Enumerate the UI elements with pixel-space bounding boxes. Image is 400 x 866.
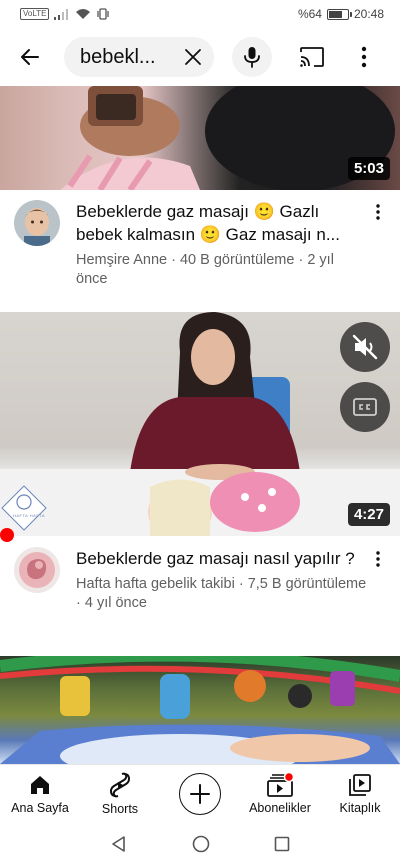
more-vertical-icon bbox=[361, 46, 367, 68]
volume-muted-icon bbox=[352, 334, 378, 360]
nav-shorts[interactable]: Shorts bbox=[80, 765, 160, 822]
status-bar: VoLTE %64 20:48 bbox=[0, 0, 400, 28]
nav-home-label: Ana Sayfa bbox=[11, 800, 69, 815]
search-input[interactable]: bebekl... bbox=[64, 37, 214, 77]
system-recents-icon[interactable] bbox=[274, 836, 290, 852]
status-right: %64 20:48 bbox=[298, 7, 384, 21]
nav-home[interactable]: Ana Sayfa bbox=[0, 765, 80, 822]
more-options-button[interactable] bbox=[344, 37, 384, 77]
view-count: 40 B görüntüleme bbox=[179, 252, 295, 268]
video-thumbnail-1[interactable]: 5:03 bbox=[0, 86, 400, 190]
channel-name: Hafta hafta gebelik takibi bbox=[76, 576, 235, 592]
system-back-icon[interactable] bbox=[110, 835, 128, 853]
arrow-left-icon bbox=[21, 49, 39, 65]
plus-icon bbox=[190, 783, 210, 804]
nav-subscriptions[interactable]: Abonelikler bbox=[240, 765, 320, 822]
video-info[interactable]: Bebeklerde gaz masajı nasıl yapılır ? Ha… bbox=[76, 547, 368, 613]
channel-watermark: HAFTA HAFTA bbox=[13, 513, 46, 518]
voice-search-button[interactable] bbox=[232, 37, 272, 77]
channel-avatar[interactable] bbox=[14, 547, 60, 593]
battery-percent: %64 bbox=[297, 7, 322, 21]
video-title: Bebeklerde gaz masajı 🙂 Gazlı bebek kalm… bbox=[76, 202, 340, 244]
create-circle bbox=[179, 772, 221, 815]
nav-shorts-label: Shorts bbox=[101, 801, 139, 816]
create-button[interactable] bbox=[160, 765, 240, 822]
video-title: Bebeklerde gaz masajı nasıl yapılır ? bbox=[76, 549, 355, 568]
system-home-icon[interactable] bbox=[192, 835, 210, 853]
battery-fill bbox=[328, 10, 342, 18]
more-vertical-icon bbox=[376, 551, 380, 567]
shorts-icon bbox=[109, 772, 131, 797]
signal-icon bbox=[54, 8, 69, 20]
network-badge: VoLTE bbox=[20, 8, 50, 20]
thumbnail-image bbox=[0, 656, 400, 764]
captions-button[interactable] bbox=[340, 382, 390, 432]
playback-progress-scrubber[interactable] bbox=[0, 528, 14, 542]
video-meta-2: Bebeklerde gaz masajı nasıl yapılır ? Ha… bbox=[0, 547, 400, 613]
thumbnail-image bbox=[60, 86, 395, 190]
video-action-menu-button[interactable] bbox=[368, 547, 388, 613]
search-top-bar: bebekl... bbox=[0, 28, 400, 86]
cast-button[interactable] bbox=[292, 37, 332, 77]
library-icon bbox=[349, 773, 371, 796]
wifi-icon bbox=[76, 9, 91, 19]
video-action-menu-button[interactable] bbox=[368, 200, 388, 289]
system-navigation-bar bbox=[0, 822, 400, 866]
more-vertical-icon bbox=[376, 204, 380, 220]
video-duration: 4:27 bbox=[347, 503, 390, 526]
microphone-icon bbox=[244, 47, 260, 68]
closed-captions-icon bbox=[353, 398, 377, 416]
video-thumbnail-3[interactable] bbox=[0, 656, 400, 764]
subscriptions-icon bbox=[267, 772, 294, 797]
home-icon bbox=[31, 775, 49, 794]
nav-subscriptions-label: Abonelikler bbox=[249, 800, 311, 815]
video-info[interactable]: Bebeklerde gaz masajı 🙂 Gazlı bebek kalm… bbox=[76, 200, 368, 289]
bottom-navigation: Ana Sayfa Shorts Abonelikler Kitaplık bbox=[0, 764, 400, 822]
back-button[interactable] bbox=[10, 37, 50, 77]
nav-library-label: Kitaplık bbox=[339, 800, 381, 815]
video-meta-1: Bebeklerde gaz masajı 🙂 Gazlı bebek kalm… bbox=[0, 200, 400, 289]
upload-age: 4 yıl önce bbox=[84, 595, 147, 611]
video-player-2[interactable]: HAFTA HAFTA 4:27 bbox=[0, 312, 400, 536]
clear-icon[interactable] bbox=[184, 48, 202, 66]
status-left: VoLTE bbox=[20, 8, 110, 20]
clock: 20:48 bbox=[353, 7, 384, 21]
avatar-image bbox=[14, 547, 60, 593]
vibrate-icon bbox=[97, 8, 110, 20]
view-count: 7,5 B görüntüleme bbox=[247, 576, 367, 592]
channel-name: Hemşire Anne bbox=[76, 252, 168, 268]
search-query: bebekl... bbox=[80, 45, 156, 68]
cast-icon bbox=[300, 47, 324, 67]
video-subtitle: Hafta hafta gebelik takibi · 7,5 B görün… bbox=[76, 576, 367, 611]
video-duration: 5:03 bbox=[347, 157, 390, 180]
channel-avatar[interactable] bbox=[14, 200, 60, 246]
mute-toggle-button[interactable] bbox=[340, 322, 390, 372]
battery-icon bbox=[326, 8, 352, 20]
nav-library[interactable]: Kitaplık bbox=[320, 765, 400, 822]
avatar-image bbox=[14, 200, 60, 246]
video-subtitle: Hemşire Anne · 40 B görüntüleme · 2 yıl … bbox=[76, 252, 334, 287]
